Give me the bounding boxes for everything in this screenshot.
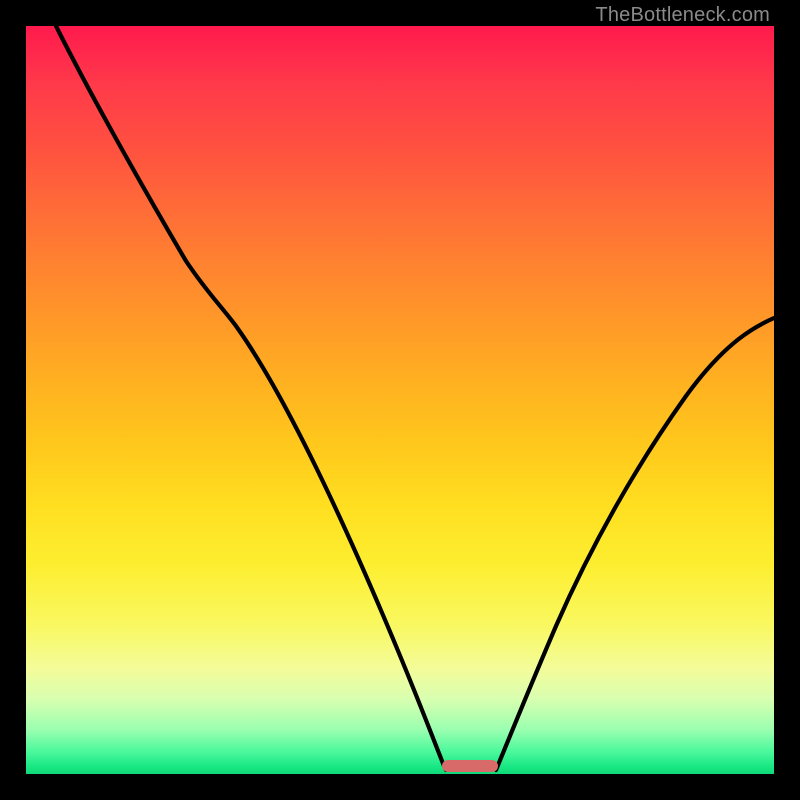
chart-frame: TheBottleneck.com <box>0 0 800 800</box>
bottleneck-curve <box>26 26 774 774</box>
curve-left-branch <box>56 26 446 770</box>
curve-right-branch <box>496 318 774 770</box>
optimal-range-marker <box>442 760 498 772</box>
watermark-text: TheBottleneck.com <box>595 4 770 27</box>
plot-area <box>26 26 774 774</box>
